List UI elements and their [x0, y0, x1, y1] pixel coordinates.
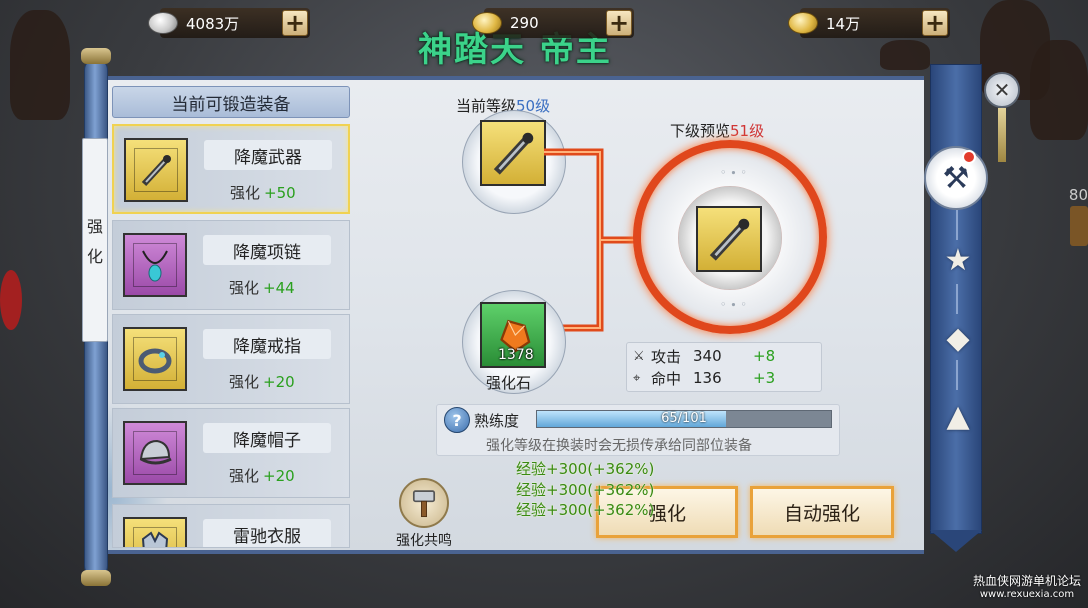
item-name: 降魔帽子 [203, 423, 331, 453]
exp-gain-text: 经验+300(+362%) [516, 501, 655, 519]
currency-value: 4083万 [186, 14, 240, 33]
item-icon-frame [123, 327, 187, 391]
equipment-item-armor[interactable]: 雷驰衣服 [112, 504, 350, 548]
ring-icon [133, 337, 177, 381]
rail-dotted-line [956, 210, 958, 240]
helmet-icon [133, 431, 177, 475]
item-icon-frame [123, 517, 187, 547]
add-silver-button[interactable]: + [282, 10, 308, 36]
scene-red-object [0, 270, 22, 330]
scene-side-number: 80 [1068, 186, 1088, 204]
rail-dotted-line [956, 360, 958, 390]
item-name: 降魔武器 [204, 140, 332, 170]
help-icon[interactable]: ? [444, 407, 470, 433]
item-icon-frame [124, 138, 188, 202]
item-bonus: +44 [263, 279, 295, 297]
tab-gem[interactable]: ◆ [936, 316, 980, 360]
next-level-value: 51级 [730, 122, 765, 140]
scene-character [1030, 40, 1088, 140]
proficiency-label: 熟练度 [474, 412, 520, 430]
tassel-decoration [998, 108, 1006, 162]
tab-enhance-char: 化 [86, 247, 103, 266]
currency-value: 14万 [826, 14, 861, 33]
add-ingot-button[interactable]: + [606, 10, 632, 36]
tab-forge[interactable]: ⚒ [924, 146, 988, 210]
current-equipment-icon[interactable] [480, 120, 546, 186]
item-name: 雷驰衣服 [203, 519, 331, 547]
proficiency-note: 强化等级在换装时会无损传承给同部位装备 [486, 438, 752, 454]
sword-icon [134, 148, 178, 192]
resonance-button[interactable]: 强化共鸣 [388, 478, 460, 549]
equipment-item-necklace[interactable]: 降魔项链 强化 +44 [112, 220, 350, 310]
forge-tab-icon: ⚒ [942, 160, 970, 196]
tab-flame[interactable]: ▲ [936, 394, 980, 438]
item-bonus: +20 [263, 373, 295, 391]
currency-value: 290 [510, 14, 539, 32]
item-icon-frame [123, 421, 187, 485]
equipment-list-header: 当前可锻造装备 [112, 86, 350, 118]
item-level: 强化 +20 [229, 373, 295, 391]
crosshair-icon: ⌖ [633, 370, 641, 386]
tab-enhance-char: 强 [86, 217, 103, 236]
next-level-label: 下级预览51级 [670, 122, 765, 140]
notification-dot [962, 150, 976, 164]
scene-character [10, 10, 70, 120]
exp-gain-text: 经验+300(+362%) [516, 460, 655, 478]
item-level: 强化 +44 [229, 279, 295, 297]
item-level: 强化 +20 [229, 467, 295, 485]
item-bonus: +50 [264, 184, 296, 202]
currency-ingot: 290 + [472, 8, 634, 38]
rail-dotted-line [956, 284, 958, 314]
equipment-item-weapon[interactable]: 降魔武器 强化 +50 [112, 124, 350, 214]
rune-decoration: ◦ ∙ ◦ [720, 298, 747, 311]
sword-icon [709, 218, 750, 261]
gold-coin-icon [788, 12, 818, 34]
close-button[interactable]: ✕ [984, 72, 1020, 108]
tab-star[interactable]: ★ [936, 238, 980, 282]
tab-enhance[interactable]: 强 化 [82, 138, 108, 342]
currency-gold: 14万 + [788, 8, 950, 38]
equipment-item-helmet[interactable]: 降魔帽子 强化 +20 [112, 408, 350, 498]
item-name: 降魔项链 [203, 235, 331, 265]
scroll-cap [81, 48, 111, 64]
flame-icon: ▲ [946, 398, 970, 434]
scene-character [880, 40, 930, 70]
sword-icon [493, 132, 534, 175]
necklace-icon [133, 243, 177, 287]
item-bonus: +20 [263, 467, 295, 485]
silver-coin-icon [148, 12, 178, 34]
gem-icon: ◆ [946, 320, 970, 356]
stats-panel: ⚔ 攻击 340 +8 ⌖ 命中 136 +3 [626, 342, 822, 392]
resonance-label: 强化共鸣 [396, 533, 452, 549]
preview-equipment-icon[interactable] [696, 206, 762, 272]
item-name: 降魔戒指 [203, 329, 331, 359]
scroll-cap [81, 570, 111, 586]
equipment-item-ring[interactable]: 降魔戒指 强化 +20 [112, 314, 350, 404]
star-icon: ★ [944, 242, 972, 278]
stone-label: 强化石 [486, 374, 532, 392]
sword-stat-icon: ⚔ [633, 348, 645, 364]
currency-silver: 4083万 + [148, 8, 310, 38]
site-watermark: 热血侠网游单机论坛 www.rexuexia.com [972, 574, 1081, 600]
item-icon-frame [123, 233, 187, 297]
item-level: 强化 +50 [230, 184, 296, 202]
close-icon: ✕ [993, 78, 1011, 102]
scene-chest [1070, 206, 1088, 246]
proficiency-progress-text: 65/101 [661, 411, 707, 426]
stone-count: 1378 [498, 347, 534, 363]
rune-decoration: ◦ ∙ ◦ [720, 166, 747, 179]
armor-icon [133, 527, 177, 547]
gold-ingot-icon [472, 12, 502, 34]
add-gold-button[interactable]: + [922, 10, 948, 36]
hammer-icon [399, 478, 449, 528]
stat-row-attack: ⚔ 攻击 340 +8 [633, 347, 776, 366]
stat-row-accuracy: ⌖ 命中 136 +3 [633, 369, 776, 388]
exp-gain-text: 经验+300(+362%) [516, 481, 655, 499]
rail-tip [930, 530, 982, 552]
auto-enhance-button[interactable]: 自动强化 [750, 486, 894, 538]
